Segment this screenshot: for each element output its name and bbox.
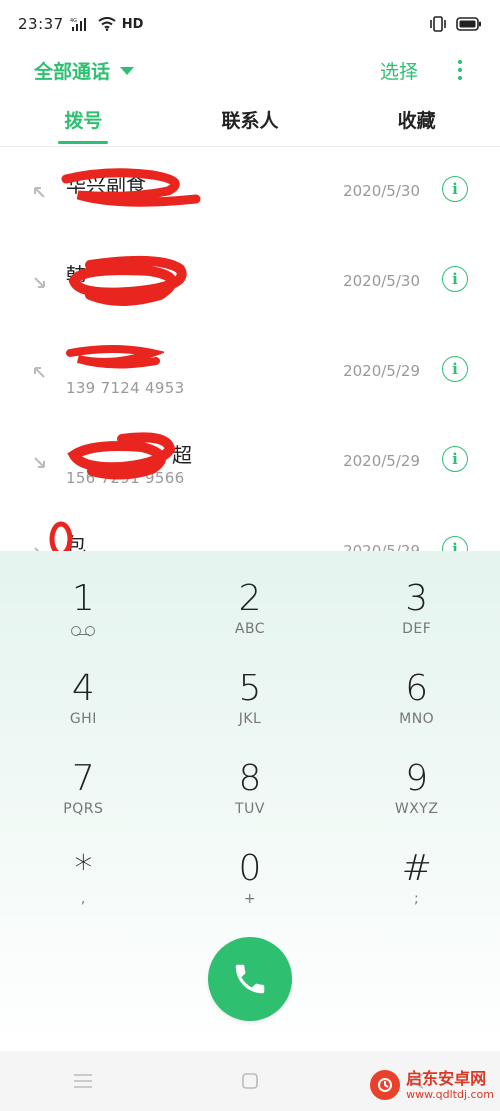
outgoing-call-icon — [34, 187, 45, 198]
caller-name: 超 — [172, 443, 192, 467]
dial-key-9[interactable]: 9 WXYZ — [333, 757, 500, 847]
dial-key-1[interactable]: 1 — [0, 577, 167, 667]
dial-letters: MNO — [399, 711, 435, 727]
dial-digit: 7 — [71, 758, 95, 799]
caller-number: 156 7291 9566 — [66, 469, 185, 487]
dial-key-hash[interactable]: # ; — [333, 847, 500, 937]
dial-letters: WXYZ — [394, 801, 439, 817]
dial-key-2[interactable]: 2 ABC — [167, 577, 334, 667]
select-button[interactable]: 选择 — [380, 57, 418, 84]
call-date: 2020/5/30 — [343, 182, 420, 200]
dial-digit: 3 — [405, 578, 429, 619]
watermark-logo-icon — [370, 1070, 401, 1100]
call-log-item[interactable]: 139 7124 4953 2020/5/29 i — [0, 327, 500, 417]
tab-dialer[interactable]: 拨号 — [0, 96, 167, 146]
dial-digit: 6 — [405, 668, 429, 709]
caller-name: 韩 — [66, 263, 86, 287]
call-info-button[interactable]: i — [442, 176, 468, 202]
voicemail-icon — [71, 624, 96, 636]
info-icon: i — [452, 449, 458, 468]
status-bar: 23:37 4G HD — [0, 0, 500, 48]
outgoing-call-icon — [34, 367, 45, 378]
home-icon — [242, 1073, 258, 1089]
call-log-item[interactable]: 超 156 7291 9566 2020/5/29 i — [0, 417, 500, 507]
dial-keys: 1 2 ABC 3 DEF 4 GHI 5 JKL 6 MNO 7 PQRS 8 — [0, 577, 500, 937]
dial-letters: PQRS — [63, 801, 104, 817]
dial-letters: TUV — [235, 801, 265, 817]
tab-bar: 拨号 联系人 收藏 — [0, 96, 500, 146]
call-log-item[interactable]: 韩 2020/5/30 i — [0, 237, 500, 327]
menu-icon — [74, 1074, 93, 1088]
more-options-icon[interactable] — [454, 60, 466, 80]
dial-key-star[interactable]: * , — [0, 847, 167, 937]
call-date: 2020/5/30 — [343, 272, 420, 290]
dial-key-8[interactable]: 8 TUV — [167, 757, 334, 847]
call-filter-dropdown[interactable]: 全部通话 — [34, 57, 135, 84]
dial-letters: , — [80, 891, 86, 907]
dial-letters: + — [243, 891, 257, 907]
caret-down-icon — [120, 67, 135, 75]
info-icon: i — [452, 179, 458, 198]
redaction-scribble — [66, 345, 164, 369]
dial-digit: 0 — [238, 848, 262, 889]
site-watermark: 启东安卓网 www.qdltdj.com — [370, 1070, 494, 1100]
network-label: HD — [121, 16, 144, 32]
dial-key-0[interactable]: 0 + — [167, 847, 334, 937]
dial-digit: 2 — [238, 578, 262, 619]
call-info-button[interactable]: i — [442, 536, 468, 551]
info-icon: i — [452, 269, 458, 288]
call-log-item[interactable]: 华兴副食 2020/5/30 i — [0, 147, 500, 237]
caller-name: 华兴副食 — [66, 173, 146, 197]
dial-digit: 9 — [405, 758, 429, 799]
dial-digit: 4 — [71, 668, 95, 709]
dial-letters: DEF — [402, 621, 432, 637]
dial-digit: 5 — [238, 668, 262, 709]
call-log-item[interactable]: 包 2020/5/29 i — [0, 507, 500, 551]
call-info-button[interactable]: i — [442, 446, 468, 472]
status-time: 23:37 — [18, 15, 64, 33]
call-filter-label: 全部通话 — [34, 60, 111, 83]
svg-text:4G: 4G — [70, 18, 77, 24]
dial-letters: GHI — [69, 711, 97, 727]
app-header: 全部通话 选择 — [0, 48, 500, 92]
dial-key-4[interactable]: 4 GHI — [0, 667, 167, 757]
home-nav-button[interactable] — [230, 1061, 270, 1101]
caller-number: 139 7124 4953 — [66, 379, 185, 397]
call-info-button[interactable]: i — [442, 356, 468, 382]
watermark-title: 启东安卓网 — [406, 1068, 487, 1088]
phone-icon — [235, 964, 265, 994]
battery-icon — [456, 17, 482, 31]
incoming-call-icon — [34, 457, 45, 468]
call-date: 2020/5/29 — [343, 452, 420, 470]
dial-key-3[interactable]: 3 DEF — [333, 577, 500, 667]
dial-digit: # — [401, 848, 432, 889]
caller-name: 包 — [66, 533, 86, 551]
dial-digit: * — [74, 848, 93, 889]
dial-key-5[interactable]: 5 JKL — [167, 667, 334, 757]
tab-favorites[interactable]: 收藏 — [333, 96, 500, 146]
info-icon: i — [452, 539, 458, 551]
tab-contacts[interactable]: 联系人 — [167, 96, 334, 146]
call-button[interactable] — [208, 937, 292, 1021]
dial-digit: 1 — [71, 578, 95, 619]
dial-key-7[interactable]: 7 PQRS — [0, 757, 167, 847]
wifi-icon — [98, 17, 116, 31]
signal-icon: 4G — [70, 17, 92, 31]
menu-nav-button[interactable] — [63, 1061, 103, 1101]
dial-pad: 1 2 ABC 3 DEF 4 GHI 5 JKL 6 MNO 7 PQRS 8 — [0, 551, 500, 1051]
dial-letters: ; — [414, 891, 420, 907]
call-date: 2020/5/29 — [343, 362, 420, 380]
call-date: 2020/5/29 — [343, 542, 420, 551]
watermark-url: www.qdltdj.com — [406, 1087, 494, 1101]
call-info-button[interactable]: i — [442, 266, 468, 292]
incoming-call-icon — [34, 277, 45, 288]
info-icon: i — [452, 359, 458, 378]
vibrate-icon — [428, 16, 448, 32]
dial-letters: ABC — [234, 621, 266, 637]
dial-key-6[interactable]: 6 MNO — [333, 667, 500, 757]
dial-letters: JKL — [238, 711, 262, 727]
dial-digit: 8 — [238, 758, 262, 799]
call-log-list: 华兴副食 2020/5/30 i 韩 2020/5/30 i 139 7124 … — [0, 147, 500, 551]
